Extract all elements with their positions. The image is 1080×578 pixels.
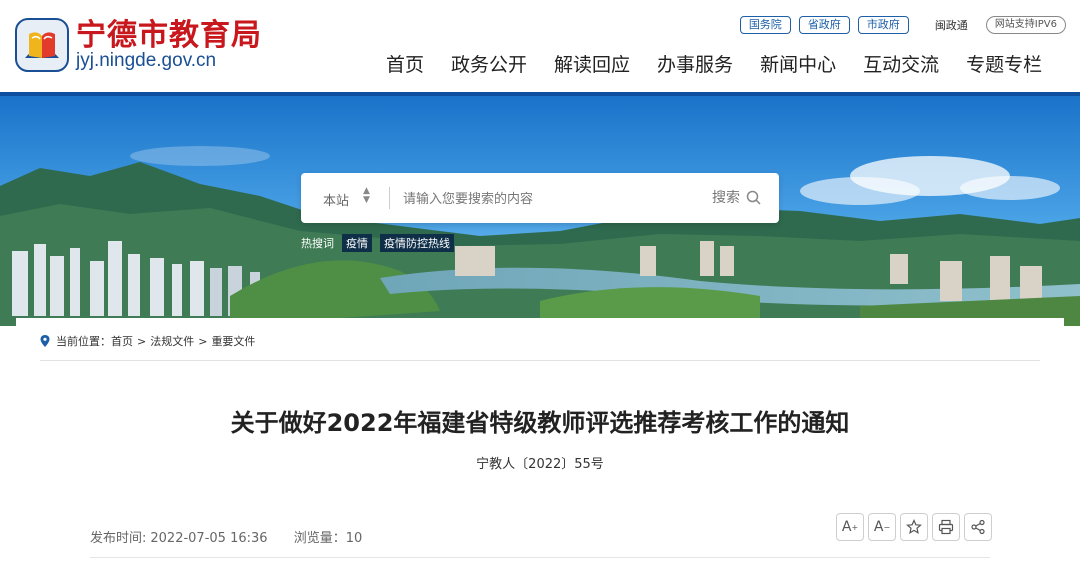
publish-time: 发布时间: 2022-07-05 16:36	[90, 531, 268, 546]
site-domain: jyj.ningde.gov.cn	[76, 50, 217, 71]
nav-item-services[interactable]: 办事服务	[657, 50, 733, 77]
nav-item-topics[interactable]: 专题专栏	[966, 50, 1042, 77]
print-icon	[938, 519, 954, 535]
article-title: 关于做好2022年福建省特级教师评选推荐考核工作的通知	[230, 409, 850, 437]
search-box: 本站 ▲▼ 搜索	[301, 173, 779, 223]
font-increase-label: A	[841, 519, 852, 535]
top-links: 国务院 省政府 市政府 闽政通 网站支持IPV6	[732, 15, 1066, 35]
breadcrumb-divider	[40, 360, 1040, 361]
education-bureau-logo-icon[interactable]	[15, 18, 69, 72]
nav-item-gov-affairs[interactable]: 政务公开	[451, 50, 527, 77]
link-state-council[interactable]: 国务院	[739, 16, 791, 34]
hot-search-label: 热搜词	[301, 237, 334, 250]
font-increase-button[interactable]: A +	[836, 513, 864, 541]
nav-item-interaction[interactable]: 互动交流	[863, 50, 939, 77]
hot-search-tag-epidemic[interactable]: 疫情	[342, 234, 372, 252]
hot-search: 热搜词 疫情 疫情防控热线	[301, 234, 462, 252]
ipv6-badge: 网站支持IPV6	[985, 16, 1066, 34]
search-input[interactable]	[401, 187, 691, 209]
article-tools: A + A −	[836, 513, 996, 541]
view-count-value: 10	[345, 531, 363, 546]
breadcrumb-prefix: 当前位置：	[56, 335, 111, 348]
breadcrumb-home[interactable]: 首页	[111, 333, 133, 349]
publish-time-label: 发布时间:	[90, 531, 147, 546]
breadcrumb: 当前位置： 首页 > 法规文件 > 重要文件	[40, 333, 255, 349]
document-number: 宁教人〔2022〕55号	[476, 457, 604, 472]
search-scope-select[interactable]: 本站	[323, 190, 349, 209]
link-provincial-gov[interactable]: 省政府	[798, 16, 850, 34]
breadcrumb-separator: >	[137, 334, 147, 348]
scope-updown-icon[interactable]: ▲ ▼	[363, 187, 370, 205]
nav-item-news[interactable]: 新闻中心	[760, 50, 836, 77]
print-button[interactable]	[932, 513, 960, 541]
main-nav: 首页 政务公开 解读回应 办事服务 新闻中心 互动交流 专题专栏	[386, 50, 1042, 77]
search-button[interactable]: 搜索	[712, 187, 761, 207]
share-button[interactable]	[964, 513, 992, 541]
share-icon	[971, 519, 985, 535]
favorite-button[interactable]	[900, 513, 928, 541]
link-min-zheng-tong[interactable]: 闽政通	[935, 17, 968, 33]
meta-divider	[90, 557, 990, 558]
nav-item-home[interactable]: 首页	[386, 50, 424, 77]
publish-time-value: 2022-07-05 16:36	[150, 531, 268, 546]
link-city-gov[interactable]: 市政府	[857, 16, 909, 34]
star-icon	[906, 519, 922, 535]
view-count-label: 浏览量：	[293, 531, 346, 546]
search-icon	[746, 190, 761, 205]
breadcrumb-separator: >	[198, 334, 208, 348]
font-decrease-button[interactable]: A −	[868, 513, 896, 541]
font-decrease-label: A	[873, 519, 884, 535]
site-name[interactable]: 宁德市教育局	[76, 10, 262, 54]
nav-item-interpretation[interactable]: 解读回应	[554, 50, 630, 77]
search-button-label: 搜索	[712, 190, 740, 206]
breadcrumb-regulations[interactable]: 法规文件	[150, 333, 194, 349]
search-divider	[389, 187, 390, 209]
breadcrumb-important-docs[interactable]: 重要文件	[211, 333, 255, 349]
view-count: 浏览量：10	[294, 531, 363, 546]
site-header: 宁德市教育局 jyj.ningde.gov.cn 国务院 省政府 市政府 闽政通…	[0, 0, 1080, 92]
hot-search-tag-hotline[interactable]: 疫情防控热线	[380, 234, 454, 252]
article-meta: 发布时间: 2022-07-05 16:36 浏览量：10	[90, 527, 384, 546]
location-pin-icon	[40, 335, 50, 347]
